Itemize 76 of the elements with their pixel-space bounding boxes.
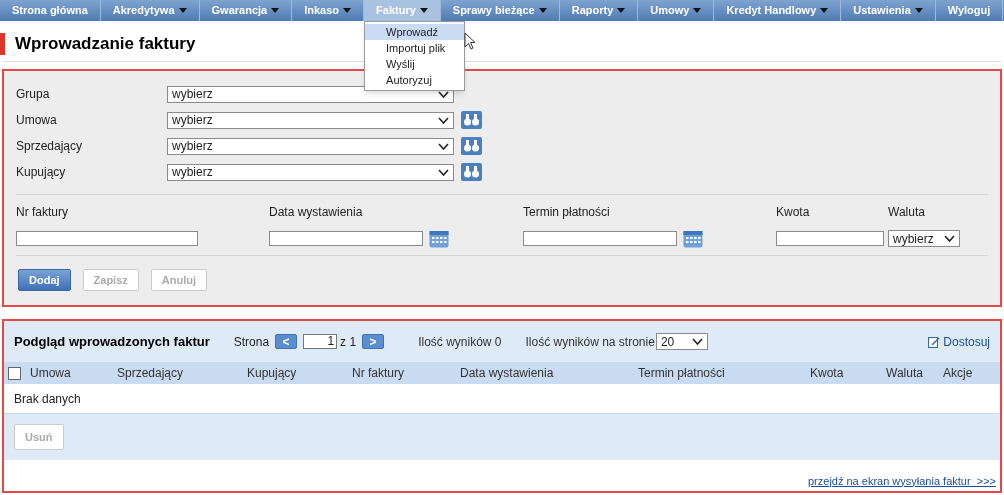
column-header: Akcje [943,365,974,382]
caret-icon [914,8,923,13]
page-input[interactable]: 1 [303,334,338,349]
input-field[interactable] [776,231,884,246]
column-header: Sprzedający [117,365,185,382]
caret-icon [538,8,547,13]
field-label: Termin płatności [523,204,611,221]
input-field[interactable] [16,231,198,246]
field-label: Kupujący [16,164,67,181]
page-title: Wprowadzanie faktury [15,33,196,56]
field-label: Sprzedający [16,138,84,155]
caret-icon [271,8,280,13]
column-header: Kwota [810,365,845,382]
page-label: Strona [233,333,270,351]
nav-item[interactable]: Akredytywa [100,0,200,21]
chevron-icon [944,235,955,242]
field-label: Umowa [16,112,58,129]
nav-item[interactable]: Gwarancja [199,0,293,21]
field-label: Kwota [776,204,811,221]
send-invoices-link[interactable]: przejdź na ekran wysyłania faktur >>> [808,472,996,489]
chevron-icon [438,90,449,98]
caret-icon [693,8,702,13]
chevron-icon [438,116,449,124]
select-field[interactable]: wybierz [167,111,454,129]
column-header: Waluta [886,365,924,382]
field-label: Nr faktury [16,204,69,221]
caret-icon [820,8,829,13]
nav-item[interactable]: Faktury [364,0,441,21]
action-button[interactable]: Dodaj [18,269,71,291]
title-accent [0,33,5,55]
customize-link[interactable]: Dostosuj [928,332,990,351]
input-field[interactable] [523,231,677,246]
select-field[interactable]: wybierz [888,230,960,247]
nav-item[interactable]: Umowy [638,0,715,21]
chevron-icon [438,168,449,176]
column-header: Termin płatności [638,365,726,382]
page-count: z 1 [340,333,357,351]
column-header: Data wystawienia [460,365,555,382]
nav-item[interactable]: Strona główna [0,0,101,21]
binoculars-icon[interactable] [461,111,482,129]
next-page-button[interactable]: > [362,334,385,349]
calendar-icon[interactable] [429,229,449,248]
nav-item[interactable]: Kredyt Handlowy [714,0,842,21]
per-page-label: Ilość wyników na stronie [525,333,655,351]
select-field[interactable]: wybierz [167,137,454,155]
field-label: Data wystawienia [269,204,364,221]
menu-item[interactable]: Wyślij [365,56,465,72]
list-title: Podgląd wprowadzonych faktur [14,332,210,351]
caret-icon [343,8,352,13]
input-field[interactable] [269,231,423,246]
select-field[interactable]: wybierz [167,163,454,181]
caret-icon [178,8,187,13]
caret-icon [617,8,626,13]
binoculars-icon[interactable] [461,137,482,155]
column-header: Umowa [30,365,72,382]
nav-item[interactable]: Ustawienia [841,0,936,21]
calendar-icon[interactable] [683,229,703,248]
nav-item[interactable]: Raporty [559,0,639,21]
menu-item[interactable]: Wprowadź [365,24,465,40]
edit-icon [928,335,941,348]
select-field[interactable]: 20 [655,333,708,350]
results-count: Ilość wyników 0 [418,333,502,351]
nav-item[interactable]: Wyloguj [935,0,1004,21]
column-header: Kupujący [247,365,298,382]
menu-item[interactable]: Autoryzuj [365,72,465,88]
previous-page-button[interactable]: < [275,334,298,349]
select-all-checkbox[interactable] [8,366,21,380]
nav-item[interactable]: Sprawy bieżące [440,0,560,21]
chevron-icon [438,142,449,150]
column-header: Nr faktury [352,365,405,382]
binoculars-icon[interactable] [461,163,482,181]
field-label: Grupa [16,86,51,103]
chevron-icon [691,338,703,345]
menu-item[interactable]: Importuj plik [365,40,465,56]
field-label: Waluta [888,204,926,221]
caret-icon [419,8,428,13]
